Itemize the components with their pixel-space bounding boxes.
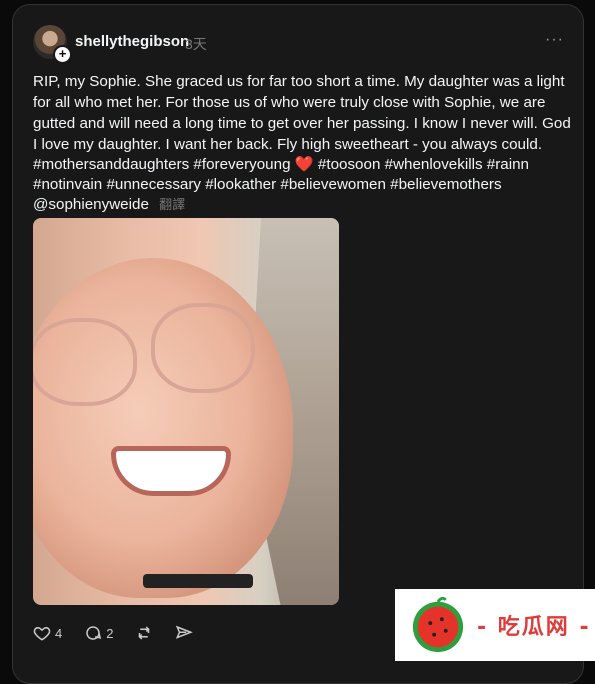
heart-emoji: ❤️ xyxy=(294,156,314,173)
comment-count: 2 xyxy=(106,625,114,641)
photo-glasses-left xyxy=(33,318,137,406)
post-card: + shellythegibson 3天 ··· RIP, my Sophie.… xyxy=(12,4,584,684)
comment-icon xyxy=(86,626,102,640)
photo-choker xyxy=(143,574,253,588)
heart-icon xyxy=(33,626,51,641)
like-count: 4 xyxy=(55,625,63,641)
repost-button[interactable] xyxy=(135,624,153,642)
translate-link[interactable]: 翻譯 xyxy=(159,197,185,212)
post-hashtags: #mothersanddaughters #foreveryoung ❤️ #t… xyxy=(33,155,573,215)
share-icon xyxy=(176,625,194,639)
photo-glasses-right xyxy=(151,303,255,393)
more-icon[interactable]: ··· xyxy=(545,31,564,49)
post-time: 3天 xyxy=(185,36,207,52)
post-photo[interactable] xyxy=(33,218,339,605)
like-button[interactable]: 4 xyxy=(33,624,62,642)
comment-button[interactable]: 2 xyxy=(84,624,113,642)
post-actions: 4 2 xyxy=(33,623,194,643)
watermark-text: - 吃瓜网 - xyxy=(477,615,591,640)
share-button[interactable] xyxy=(175,624,194,642)
watermark-banner: - 吃瓜网 - xyxy=(395,589,595,661)
watermelon-logo-icon xyxy=(412,596,464,653)
photo-face xyxy=(33,258,293,598)
repost-icon xyxy=(138,626,151,640)
hashtags-part-1[interactable]: #mothersanddaughters #foreveryoung xyxy=(33,156,291,173)
post-text: RIP, my Sophie. She graced us for far to… xyxy=(33,73,571,153)
follow-plus-icon[interactable]: + xyxy=(53,45,72,64)
username[interactable]: shellythegibson xyxy=(75,33,189,50)
